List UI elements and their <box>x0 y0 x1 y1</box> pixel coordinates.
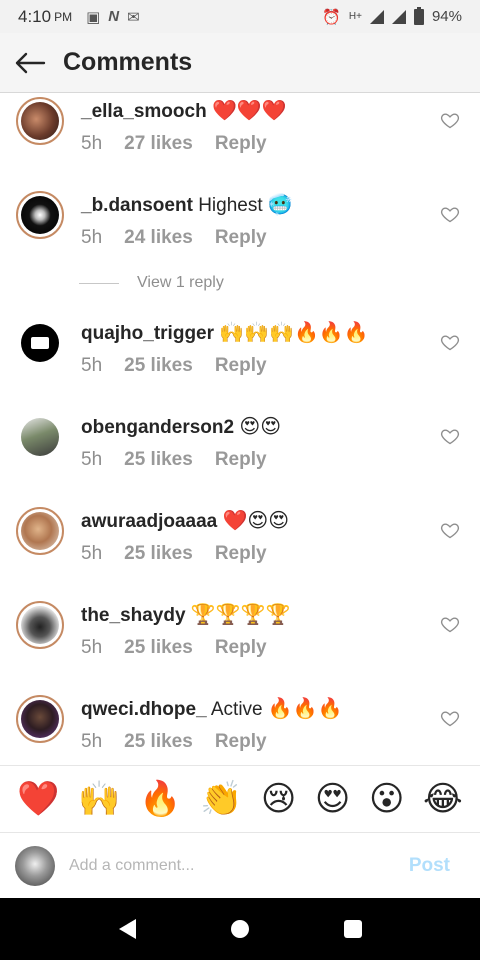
comment-time: 5h <box>81 133 103 154</box>
emoji-raised-hands[interactable]: 🙌 <box>78 779 120 819</box>
comment-emoji: 🔥🔥🔥 <box>267 698 343 720</box>
avatar[interactable] <box>16 413 64 461</box>
comment-text: Active <box>210 699 263 720</box>
current-user-avatar <box>15 846 55 886</box>
comment-emoji: 🥶 <box>267 194 293 216</box>
comment-item: qweci.dhope_ Active 🔥🔥🔥 5h 25 likes Repl… <box>0 692 480 764</box>
comment-input[interactable] <box>69 857 379 875</box>
view-replies-label: View 1 reply <box>137 274 224 291</box>
reply-button[interactable]: Reply <box>215 637 267 659</box>
like-heart-icon[interactable] <box>440 614 460 634</box>
nav-home-icon[interactable] <box>229 918 251 940</box>
add-comment-bar: Post <box>0 834 480 898</box>
comment-emoji: ❤️❤️❤️ <box>211 100 287 122</box>
likes-count[interactable]: 25 likes <box>124 543 193 565</box>
likes-count[interactable]: 25 likes <box>124 449 193 471</box>
username[interactable]: awuraadjoaaaa <box>81 511 217 532</box>
like-heart-icon[interactable] <box>440 332 460 352</box>
like-heart-icon[interactable] <box>440 110 460 130</box>
comment-item: awuraadjoaaaa ❤️😍😍 5h 25 likes Reply <box>0 504 480 584</box>
reply-button[interactable]: Reply <box>215 355 267 377</box>
android-nav-bar <box>0 898 480 960</box>
back-button[interactable] <box>0 33 60 93</box>
comment-emoji: 🏆🏆🏆🏆 <box>190 604 291 626</box>
comment-item: _b.dansoent Highest 🥶 5h 24 likes Reply <box>0 188 480 268</box>
reply-button[interactable]: Reply <box>215 731 267 753</box>
page-title: Comments <box>63 48 193 76</box>
n-app-icon: N <box>108 8 120 25</box>
mail-icon: ✉ <box>127 8 140 26</box>
like-heart-icon[interactable] <box>440 204 460 224</box>
status-time: 4:10 <box>18 6 52 26</box>
comment-item: _ella_smooch ❤️❤️❤️ 5h 27 likes Reply <box>0 94 480 174</box>
comment-time: 5h <box>81 449 103 470</box>
hplus-icon: H+ <box>348 11 362 22</box>
avatar[interactable] <box>16 507 64 555</box>
status-bar: 4:10 PM ▣ N ✉ ⏰ H+ 94% <box>0 0 480 33</box>
reply-button[interactable]: Reply <box>215 133 267 155</box>
username[interactable]: qweci.dhope_ <box>81 699 207 720</box>
gallery-icon: ▣ <box>86 8 101 26</box>
divider <box>79 282 119 284</box>
emoji-clap[interactable]: 👏 <box>200 779 242 819</box>
avatar[interactable] <box>16 695 64 743</box>
nav-recents-icon[interactable] <box>342 918 364 940</box>
emoji-surprised[interactable]: 😮 <box>369 779 404 819</box>
likes-count[interactable]: 25 likes <box>124 731 193 753</box>
view-replies-link[interactable]: View 1 reply <box>79 274 224 292</box>
username[interactable]: _ella_smooch <box>81 101 207 122</box>
comment-time: 5h <box>81 355 103 376</box>
alarm-icon: ⏰ <box>322 8 341 26</box>
signal-icon-2 <box>391 9 406 24</box>
likes-count[interactable]: 25 likes <box>124 355 193 377</box>
like-heart-icon[interactable] <box>440 426 460 446</box>
comment-emoji: 🙌🙌🙌🔥🔥🔥 <box>219 322 369 344</box>
comment-list[interactable]: _ella_smooch ❤️❤️❤️ 5h 27 likes Reply _b… <box>0 94 480 764</box>
username[interactable]: the_shaydy <box>81 605 186 626</box>
emoji-crying[interactable]: 😢 <box>261 779 296 819</box>
comment-time: 5h <box>81 731 103 752</box>
username[interactable]: obenganderson2 <box>81 417 234 438</box>
comment-time: 5h <box>81 543 103 564</box>
avatar[interactable] <box>16 191 64 239</box>
battery-icon <box>413 6 424 25</box>
quick-emoji-bar: ❤️ 🙌 🔥 👏 😢 😍 😮 😂 <box>0 765 480 833</box>
likes-count[interactable]: 25 likes <box>124 637 193 659</box>
username[interactable]: quajho_trigger <box>81 323 214 344</box>
like-heart-icon[interactable] <box>440 520 460 540</box>
comment-emoji: ❤️😍😍 <box>222 510 290 532</box>
reply-button[interactable]: Reply <box>215 543 267 565</box>
emoji-heart[interactable]: ❤️ <box>17 779 59 819</box>
avatar[interactable] <box>16 97 64 145</box>
reply-button[interactable]: Reply <box>215 227 267 249</box>
avatar[interactable] <box>16 601 64 649</box>
like-heart-icon[interactable] <box>440 708 460 728</box>
comment-item: obenganderson2 😍😍 5h 25 likes Reply <box>0 410 480 490</box>
comment-item: quajho_trigger 🙌🙌🙌🔥🔥🔥 5h 25 likes Reply <box>0 316 480 396</box>
avatar[interactable] <box>16 319 64 367</box>
status-ampm: PM <box>54 9 73 24</box>
signal-icon <box>369 9 384 24</box>
emoji-laughing[interactable]: 😂 <box>423 779 463 819</box>
comment-emoji: 😍😍 <box>239 416 282 438</box>
likes-count[interactable]: 27 likes <box>124 133 193 155</box>
back-arrow-icon <box>15 52 46 73</box>
comment-item: the_shaydy 🏆🏆🏆🏆 5h 25 likes Reply <box>0 598 480 678</box>
comment-text: Highest <box>198 195 263 216</box>
likes-count[interactable]: 24 likes <box>124 227 193 249</box>
post-button[interactable]: Post <box>409 855 450 877</box>
comment-time: 5h <box>81 227 103 248</box>
battery-percent: 94% <box>431 8 462 25</box>
nav-back-icon[interactable] <box>116 917 138 941</box>
emoji-fire[interactable]: 🔥 <box>139 779 181 819</box>
emoji-heart-eyes[interactable]: 😍 <box>315 779 350 819</box>
reply-button[interactable]: Reply <box>215 449 267 471</box>
comment-time: 5h <box>81 637 103 658</box>
comments-header: Comments <box>0 33 480 93</box>
username[interactable]: _b.dansoent <box>81 195 193 216</box>
